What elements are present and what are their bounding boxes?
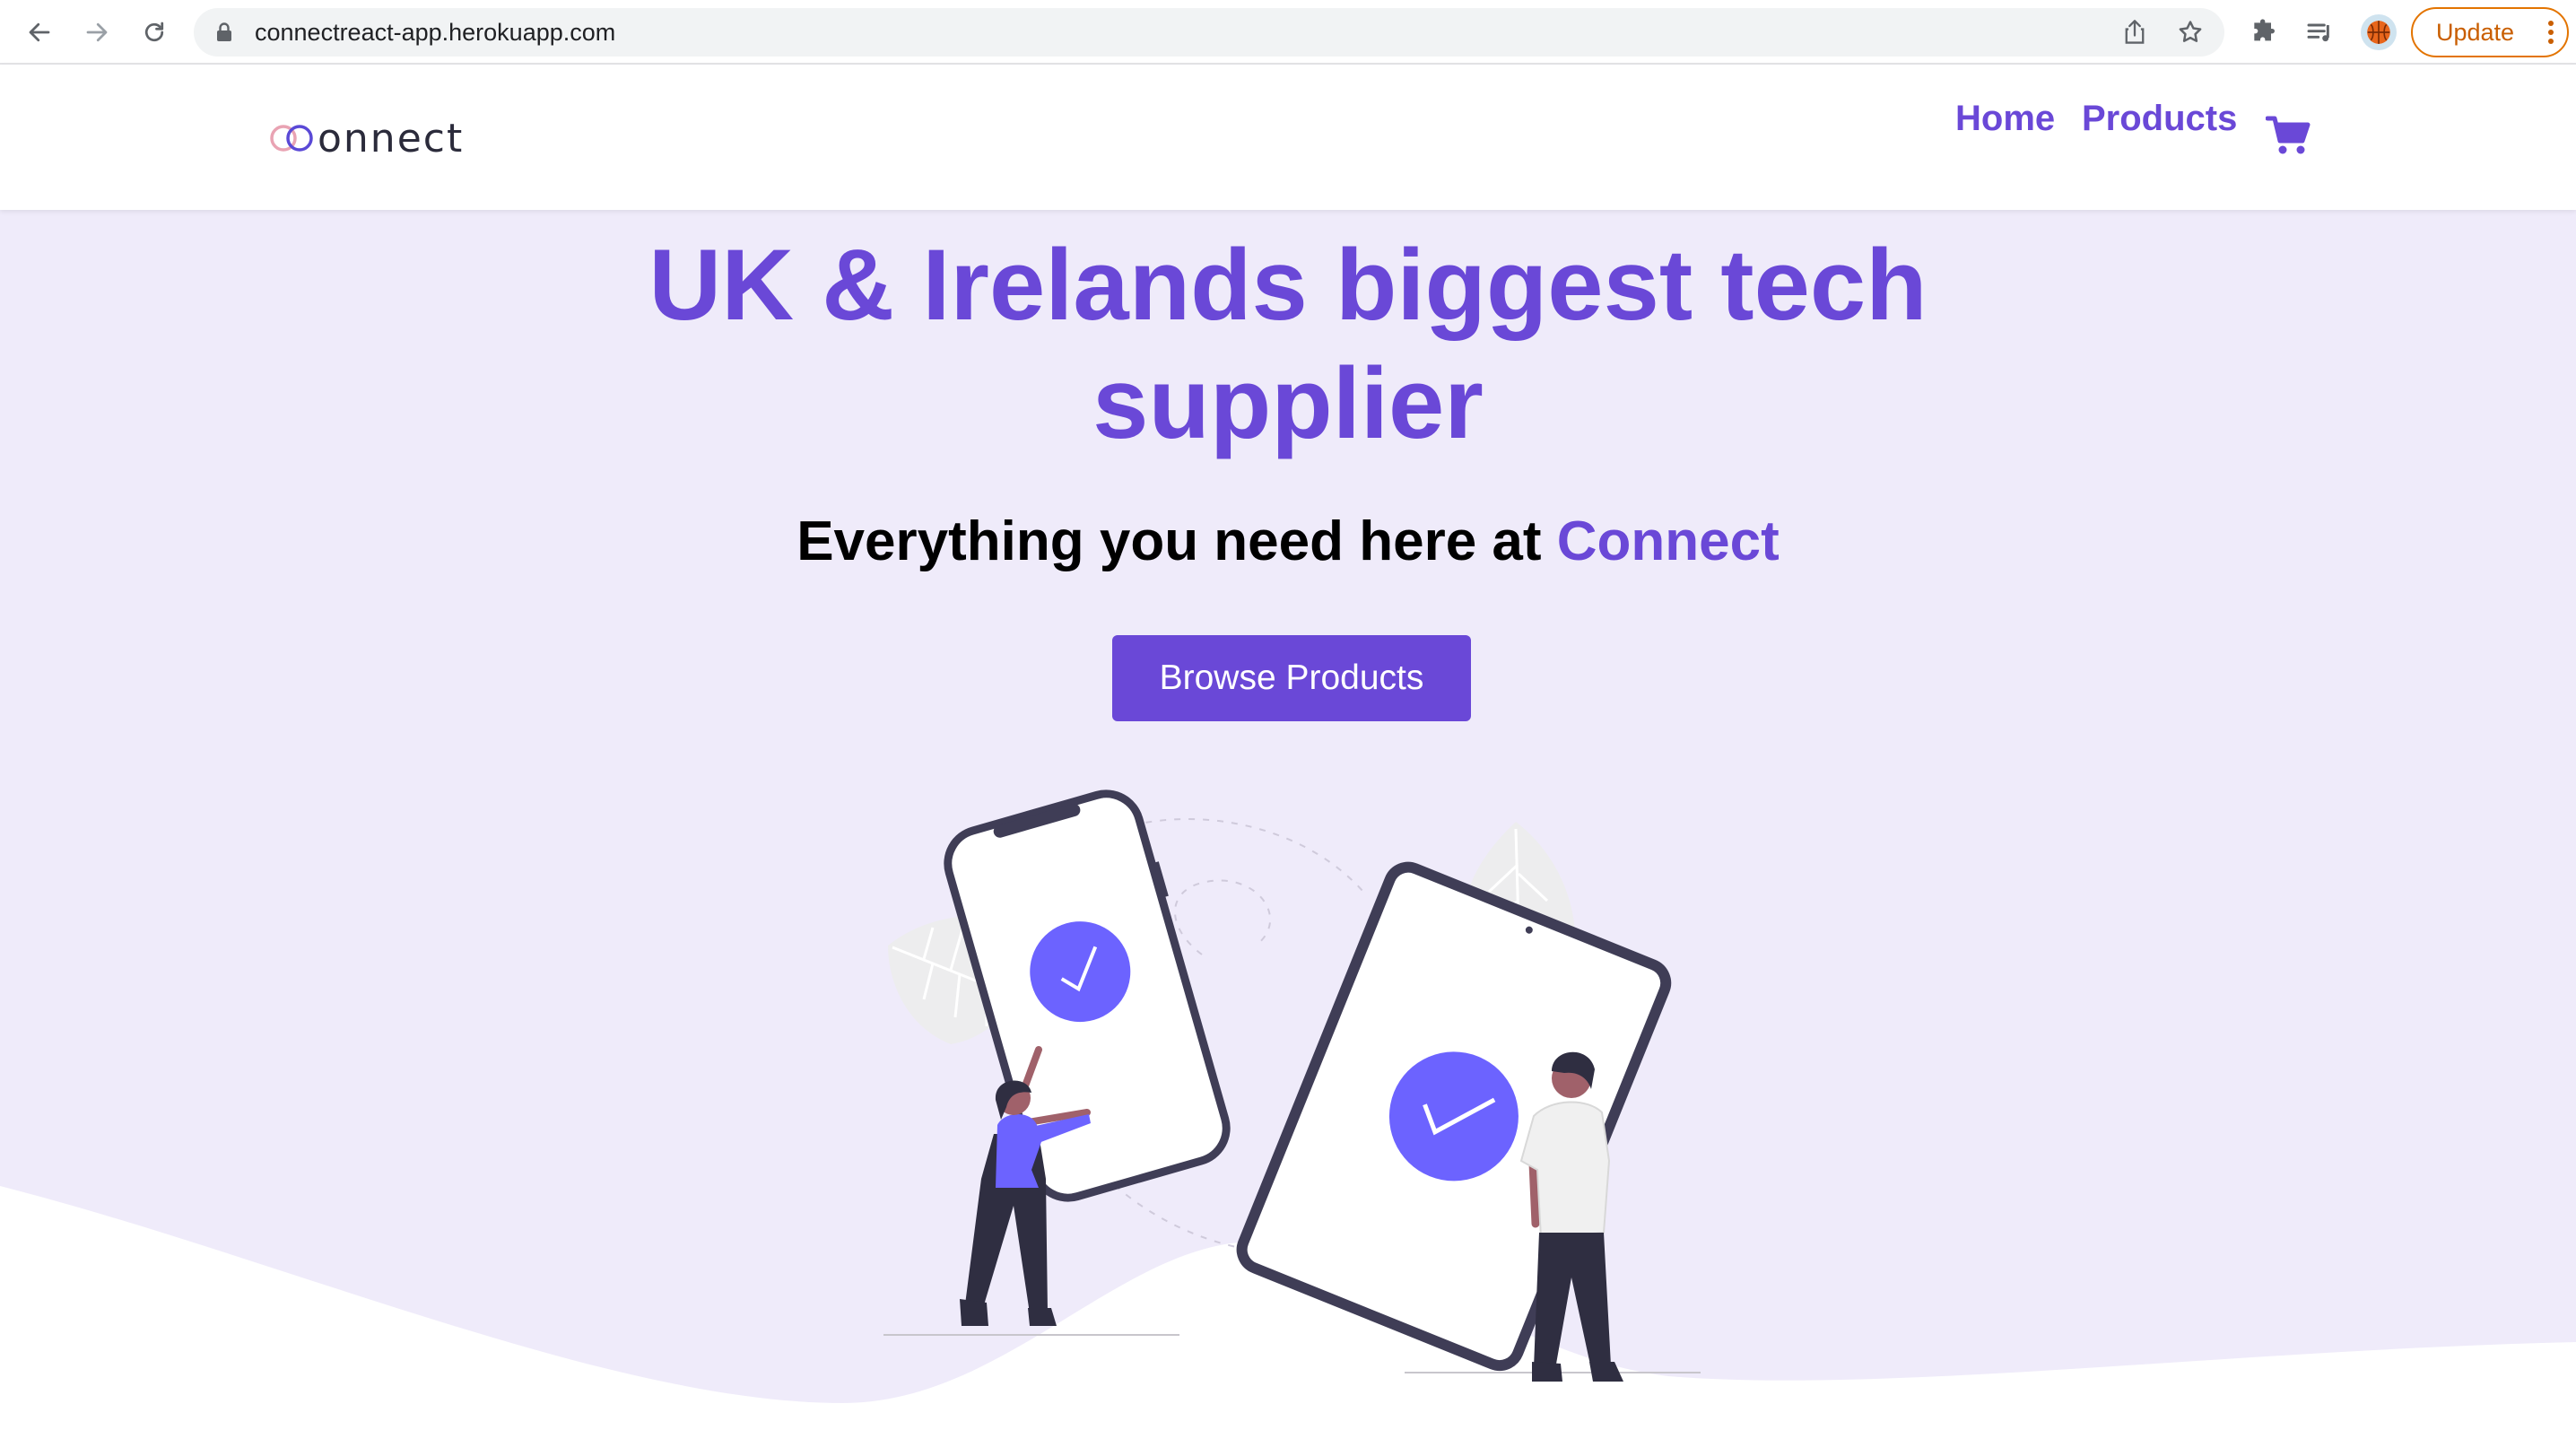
url-text[interactable]: connectreact-app.herokuapp.com: [255, 8, 615, 57]
more-dots-icon[interactable]: [2547, 19, 2554, 52]
share-icon[interactable]: [2117, 14, 2153, 50]
address-bar[interactable]: connectreact-app.herokuapp.com: [194, 8, 2224, 57]
lock-icon: [215, 22, 233, 48]
logo-mark-icon: [270, 125, 313, 152]
nav-home[interactable]: Home: [1955, 99, 2055, 139]
hero-subtitle-brand: Connect: [1556, 510, 1780, 572]
hero-subtitle-text: Everything you need here at: [796, 510, 1557, 572]
logo-text: onnect: [318, 115, 465, 161]
update-label: Update: [2436, 18, 2515, 46]
extensions-puzzle-icon[interactable]: [2244, 13, 2284, 52]
browser-toolbar: connectreact-app.herokuapp.com Update: [0, 0, 2576, 65]
hero-section: UK & Irelands biggest tech supplier Every…: [0, 210, 2576, 1430]
update-button[interactable]: Update: [2411, 7, 2569, 57]
profile-avatar[interactable]: [2361, 14, 2397, 50]
hero-title: UK & Irelands biggest tech supplier: [648, 229, 1928, 459]
back-icon[interactable]: [20, 13, 59, 52]
site-header: onnect Home Products: [0, 65, 2576, 210]
reload-icon[interactable]: [135, 13, 174, 52]
nav-products[interactable]: Products: [2082, 99, 2237, 139]
reading-list-icon[interactable]: [2300, 13, 2339, 52]
bookmark-star-icon[interactable]: [2172, 14, 2208, 50]
connect-logo[interactable]: onnect: [264, 111, 464, 165]
browse-products-button[interactable]: Browse Products: [1112, 635, 1471, 721]
hero-subtitle: Everything you need here at Connect: [0, 506, 2576, 578]
forward-icon[interactable]: [77, 13, 117, 52]
phone-illustration: [944, 789, 1231, 1202]
cart-icon[interactable]: [2265, 115, 2311, 160]
